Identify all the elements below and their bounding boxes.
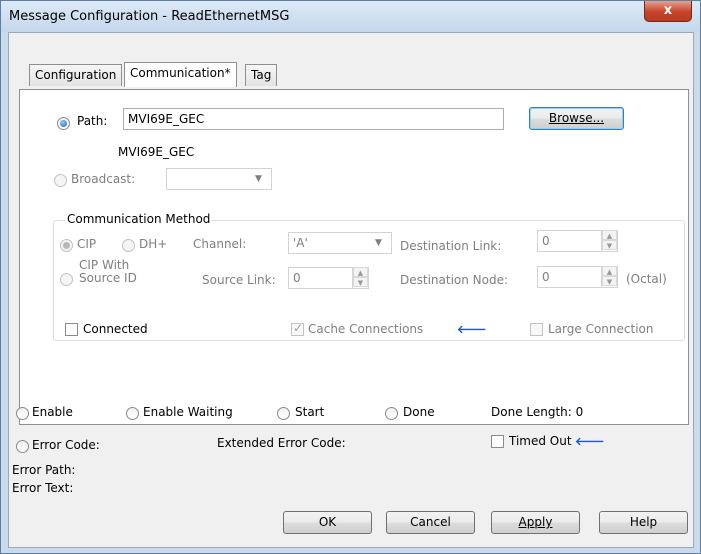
cache-connections-label: Cache Connections — [308, 322, 424, 336]
cancel-button[interactable]: Cancel — [386, 511, 475, 534]
cip-radio[interactable] — [60, 239, 73, 252]
enable-indicator — [16, 407, 29, 420]
channel-label: Channel: — [193, 237, 247, 251]
start-indicator — [277, 407, 290, 420]
octal-label: (Octal) — [626, 272, 667, 286]
apply-button[interactable]: Apply — [491, 511, 580, 534]
extended-error-code-label: Extended Error Code: — [217, 436, 346, 450]
broadcast-label: Broadcast: — [71, 172, 136, 186]
error-text-label: Error Text: — [12, 481, 74, 495]
destination-link-label: Destination Link: — [400, 239, 502, 253]
connected-label: Connected — [83, 322, 148, 336]
path-resolved-text: MVI69E_GEC — [118, 145, 195, 159]
done-label: Done — [403, 405, 435, 419]
timed-out-checkbox[interactable] — [491, 435, 504, 448]
large-connection-label: Large Connection — [548, 322, 654, 336]
broadcast-radio[interactable] — [54, 174, 67, 187]
dhplus-label: DH+ — [139, 237, 168, 251]
window-title: Message Configuration - ReadEthernetMSG — [9, 9, 290, 24]
channel-select[interactable]: 'A' ▼ — [288, 232, 392, 254]
enable-waiting-indicator — [126, 407, 139, 420]
cache-connections-checkbox[interactable]: ✓ — [291, 321, 304, 336]
browse-button-label: Browse... — [548, 111, 605, 125]
spin-up-icon[interactable]: ▲ — [353, 267, 368, 277]
start-label: Start — [295, 405, 325, 419]
tab-communication[interactable]: Communication* — [124, 62, 237, 87]
cip-with-source-radio[interactable] — [60, 273, 73, 286]
apply-button-label: Apply — [518, 515, 553, 529]
source-link-label: Source Link: — [202, 273, 276, 287]
spin-down-icon[interactable]: ▼ — [602, 276, 617, 286]
close-icon: x — [663, 3, 673, 18]
large-connection-checkbox[interactable] — [530, 323, 543, 336]
chevron-down-icon: ▼ — [255, 174, 262, 184]
browse-button[interactable]: Browse... — [529, 107, 624, 130]
spin-up-icon[interactable]: ▲ — [602, 230, 617, 240]
communication-method-label: Communication Method — [65, 212, 213, 226]
chevron-down-icon: ▼ — [375, 238, 382, 248]
title-bar[interactable]: Message Configuration - ReadEthernetMSG … — [1, 1, 700, 32]
cip-with-source-label: CIP With Source ID — [79, 259, 137, 285]
source-link-spinner[interactable]: ▲ ▼ — [352, 267, 368, 289]
tab-configuration[interactable]: Configuration — [29, 64, 123, 86]
checkmark-icon: ✓ — [293, 321, 304, 335]
destination-link-spinner[interactable]: ▲ ▼ — [601, 230, 617, 252]
dialog-client-area: Configuration Communication* Tag Path: M… — [8, 32, 694, 548]
path-input[interactable]: MVI69E_GEC — [123, 108, 504, 130]
destination-node-spinner[interactable]: ▲ ▼ — [601, 266, 617, 288]
arrow-left-icon: 🡐 — [457, 323, 487, 336]
dhplus-radio[interactable] — [122, 239, 135, 252]
path-label: Path: — [77, 114, 108, 128]
help-button[interactable]: Help — [599, 511, 688, 534]
timed-out-label: Timed Out — [509, 434, 572, 448]
arrow-left-icon: 🡐 — [575, 435, 605, 448]
spin-up-icon[interactable]: ▲ — [602, 266, 617, 276]
enable-waiting-label: Enable Waiting — [143, 405, 233, 419]
tab-tag[interactable]: Tag — [245, 64, 278, 86]
close-button[interactable]: x — [644, 1, 692, 22]
broadcast-select[interactable]: ▼ — [166, 168, 272, 190]
path-radio[interactable] — [57, 117, 70, 130]
error-path-label: Error Path: — [12, 463, 76, 477]
channel-select-value: 'A' — [293, 236, 308, 250]
error-code-label: Error Code: — [32, 438, 100, 452]
cip-with-source-label-line2: Source ID — [79, 271, 137, 285]
dialog-window: Message Configuration - ReadEthernetMSG … — [0, 0, 701, 554]
error-code-indicator — [16, 440, 29, 453]
done-indicator — [385, 407, 398, 420]
cip-label: CIP — [77, 237, 97, 251]
ok-button[interactable]: OK — [283, 511, 372, 534]
destination-node-label: Destination Node: — [400, 273, 509, 287]
connected-checkbox[interactable] — [65, 323, 78, 336]
spin-down-icon[interactable]: ▼ — [602, 240, 617, 250]
spin-down-icon[interactable]: ▼ — [353, 277, 368, 287]
enable-label: Enable — [32, 405, 73, 419]
cip-with-source-label-line1: CIP With — [79, 258, 130, 272]
done-length-text: Done Length: 0 — [491, 405, 584, 419]
